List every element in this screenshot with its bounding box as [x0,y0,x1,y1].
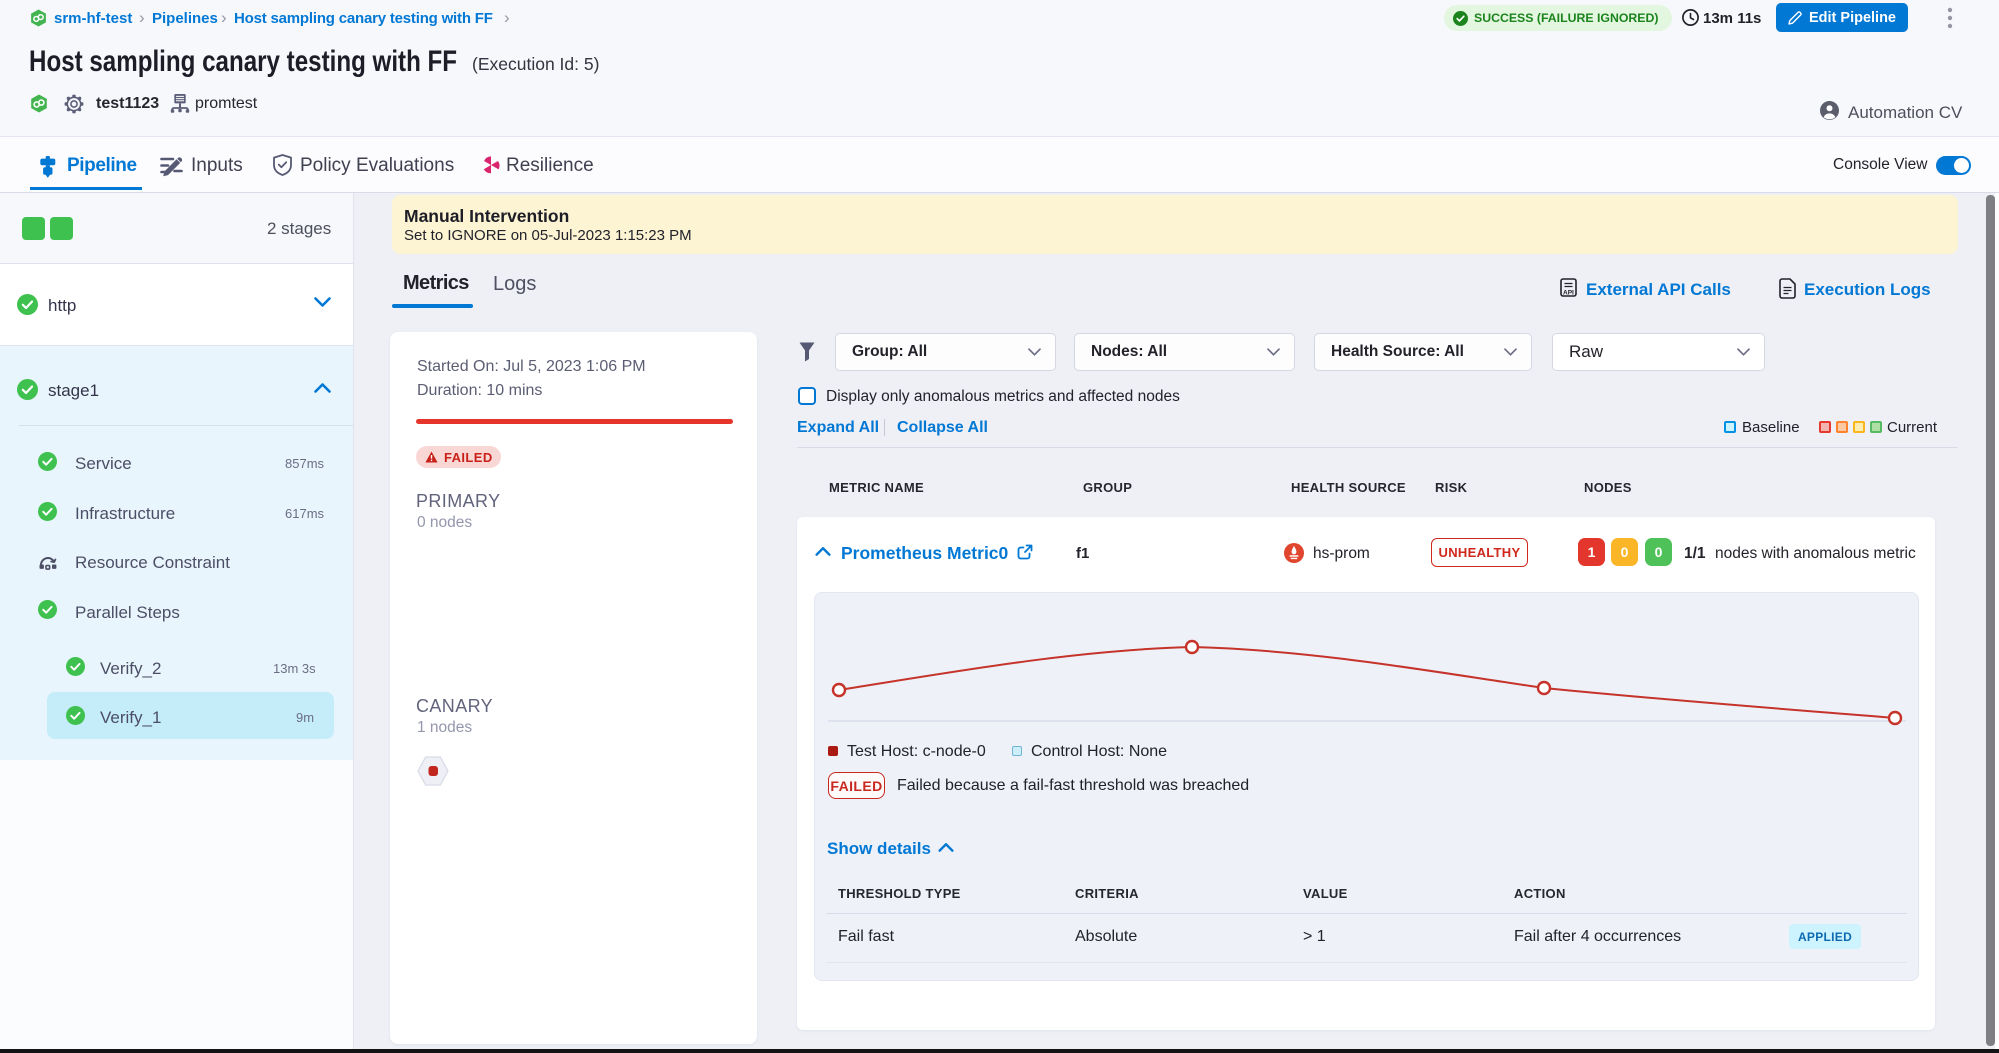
svg-text:API: API [1563,290,1574,297]
